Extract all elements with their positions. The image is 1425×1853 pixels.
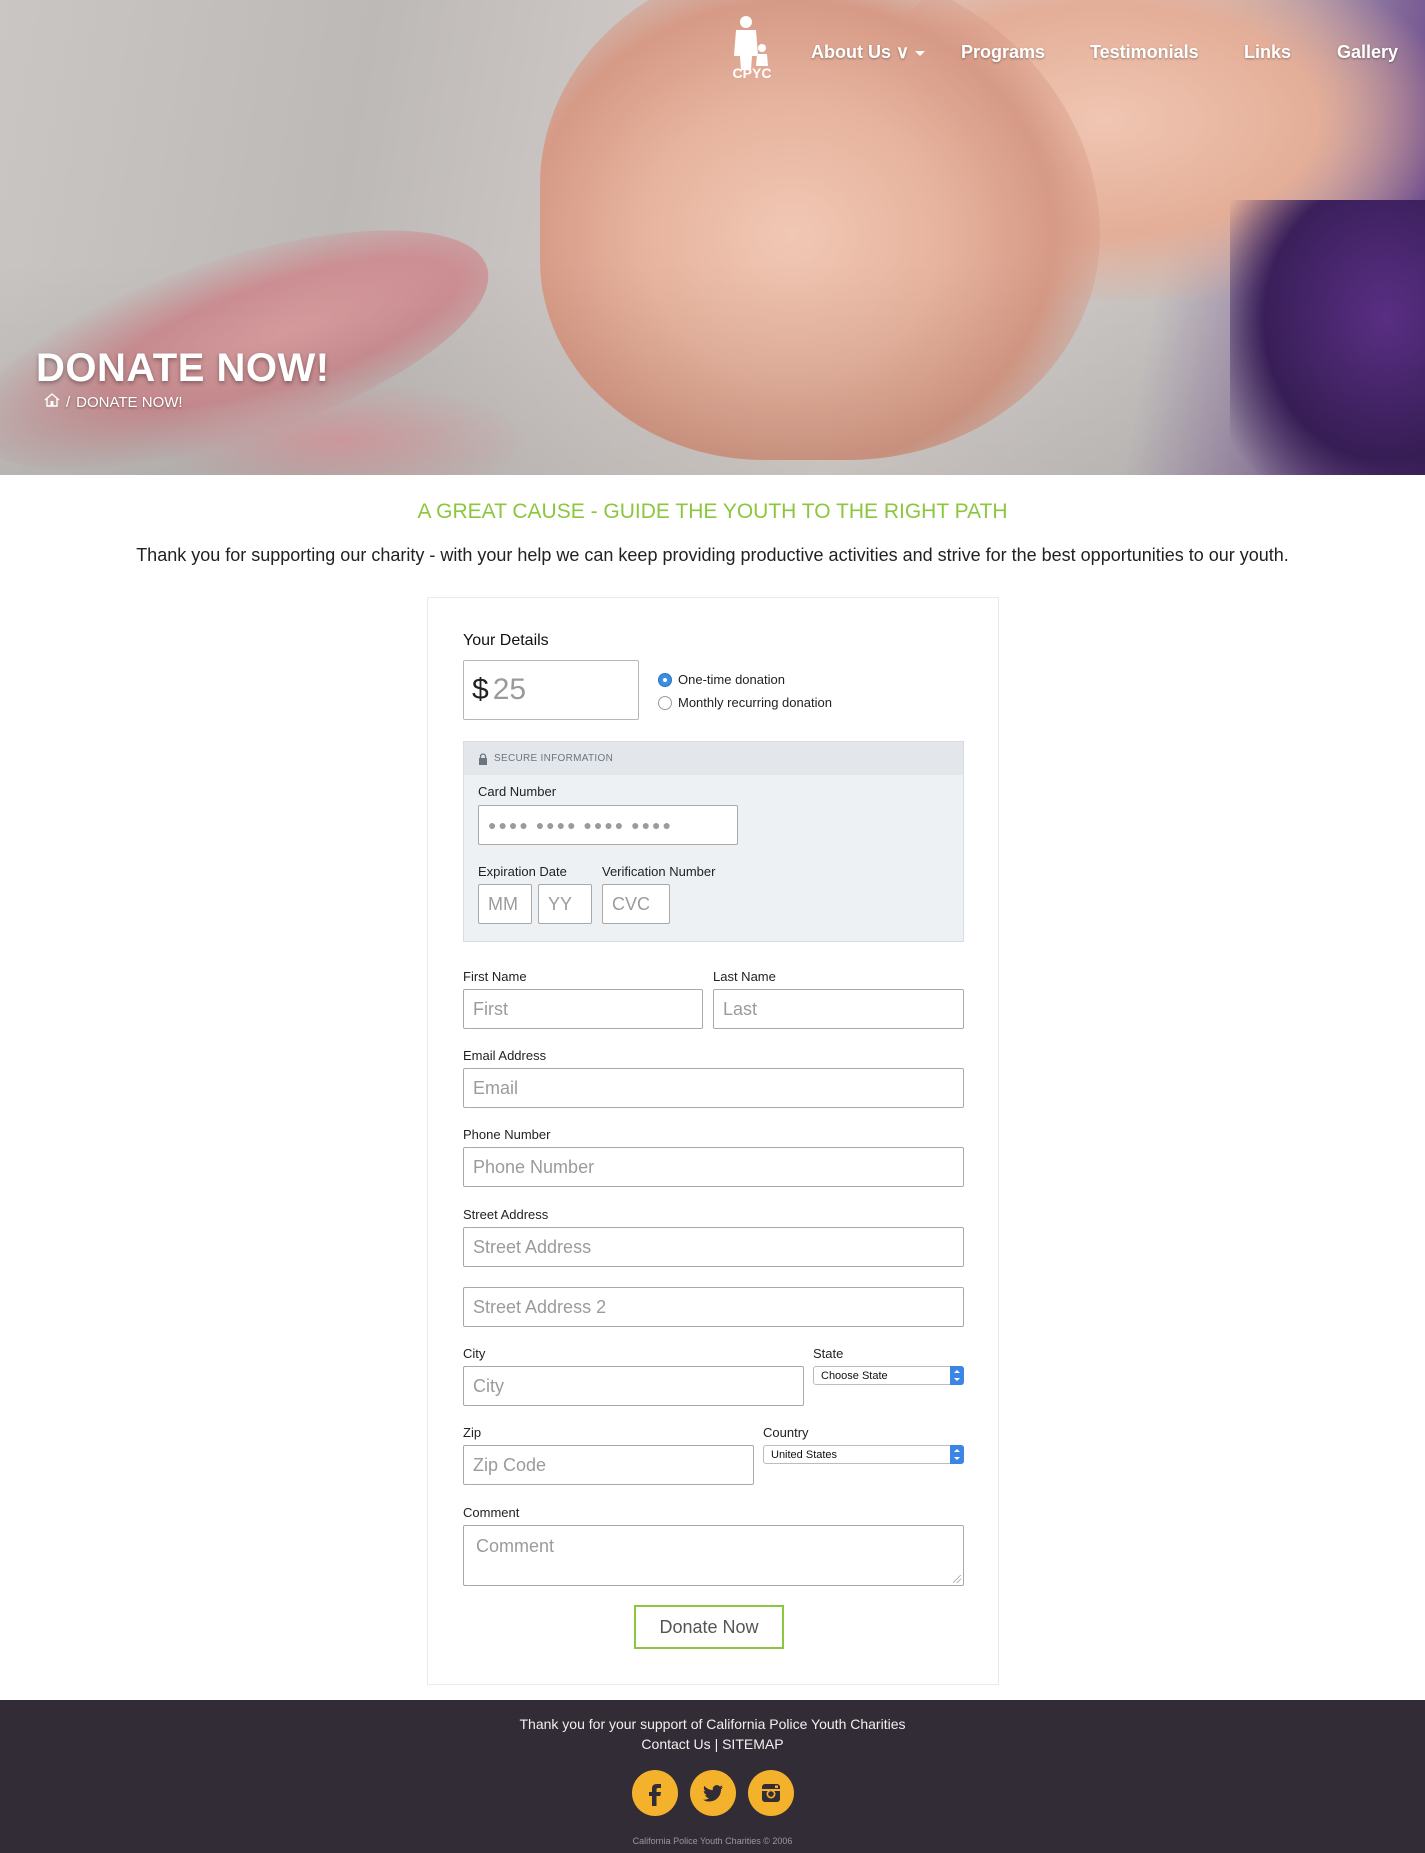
expiration-month-input[interactable]: MM: [478, 884, 532, 924]
radio-selected-icon[interactable]: [658, 672, 672, 687]
lock-icon: [479, 752, 487, 765]
nav-gallery[interactable]: Gallery: [1337, 42, 1398, 63]
logo-figures-icon: CPYC: [733, 16, 772, 81]
nav-about-us[interactable]: About Us ∨: [811, 42, 926, 63]
phone-input[interactable]: Phone Number: [463, 1147, 964, 1187]
nav-programs[interactable]: Programs: [961, 42, 1045, 63]
state-select[interactable]: Choose State: [813, 1366, 964, 1385]
facebook-icon[interactable]: [631, 1770, 678, 1816]
select-arrows-icon: [950, 1445, 964, 1464]
twitter-icon[interactable]: [689, 1770, 736, 1816]
resize-handle-icon[interactable]: [953, 1575, 961, 1583]
first-name-label: First Name: [463, 969, 527, 984]
expiration-label: Expiration Date: [478, 864, 567, 879]
footer: Thank you for your support of California…: [0, 1700, 1425, 1853]
select-arrows-icon: [950, 1366, 964, 1385]
secure-information-panel: SECURE INFORMATION Card Number ●●●● ●●●●…: [463, 741, 964, 942]
breadcrumb-current: DONATE NOW!: [76, 393, 183, 411]
amount-input[interactable]: $ 25: [463, 660, 639, 720]
state-label: State: [813, 1346, 844, 1361]
country-select[interactable]: United States: [763, 1445, 964, 1464]
verification-label: Verification Number: [602, 864, 716, 879]
zip-label: Zip: [463, 1425, 482, 1440]
footer-separator: |: [714, 1736, 719, 1752]
chevron-down-icon: [915, 50, 926, 56]
radio-unselected-icon[interactable]: [658, 695, 672, 710]
last-name-label: Last Name: [713, 969, 776, 984]
amount-value: 25: [492, 673, 527, 706]
street2-input[interactable]: Street Address 2: [463, 1287, 964, 1327]
comment-label: Comment: [463, 1505, 520, 1520]
currency-symbol: $: [472, 673, 489, 706]
contact-us-link[interactable]: Contact Us: [641, 1736, 710, 1752]
nav-testimonials[interactable]: Testimonials: [1090, 42, 1199, 63]
main-nav: CPYC About Us ∨ Programs Testimonials Li…: [720, 14, 1425, 84]
cvc-input[interactable]: CVC: [602, 884, 670, 924]
city-label: City: [463, 1346, 486, 1361]
radio-one-time[interactable]: One-time donation: [658, 672, 785, 687]
sitemap-link[interactable]: SITEMAP: [722, 1736, 783, 1752]
email-label: Email Address: [463, 1048, 547, 1063]
social-links: [0, 1770, 1425, 1816]
phone-label: Phone Number: [463, 1127, 551, 1142]
email-input[interactable]: Email: [463, 1068, 964, 1108]
street-label: Street Address: [463, 1207, 549, 1222]
radio-monthly[interactable]: Monthly recurring donation: [658, 695, 832, 710]
street-input[interactable]: Street Address: [463, 1227, 964, 1267]
donate-now-button[interactable]: Donate Now: [634, 1605, 784, 1649]
breadcrumb-separator: /: [66, 393, 71, 411]
copyright: California Police Youth Charities © 2006: [632, 1836, 793, 1846]
city-input[interactable]: City: [463, 1366, 804, 1406]
zip-input[interactable]: Zip Code: [463, 1445, 754, 1485]
cause-headline: A GREAT CAUSE - GUIDE THE YOUTH TO THE R…: [417, 500, 1008, 523]
donation-form: Your Details $ 25 One-time donation Mont…: [427, 597, 999, 1685]
page-title: DONATE NOW!: [36, 346, 330, 390]
card-number-input[interactable]: ●●●● ●●●● ●●●● ●●●●: [478, 805, 738, 845]
footer-links: Contact Us | SITEMAP: [0, 1736, 1425, 1752]
card-number-label: Card Number: [478, 784, 557, 799]
section-title: Your Details: [463, 632, 549, 649]
expiration-year-input[interactable]: YY: [538, 884, 592, 924]
last-name-input[interactable]: Last: [713, 989, 964, 1029]
first-name-input[interactable]: First: [463, 989, 703, 1029]
home-icon[interactable]: [44, 393, 60, 411]
cpyc-logo[interactable]: CPYC: [724, 14, 780, 81]
nav-links[interactable]: Links: [1244, 42, 1291, 63]
instagram-icon[interactable]: [747, 1770, 794, 1816]
svg-text:CPYC: CPYC: [733, 65, 772, 80]
hero-banner: CPYC About Us ∨ Programs Testimonials Li…: [0, 0, 1425, 475]
footer-thanks: Thank you for your support of California…: [519, 1716, 906, 1732]
comment-textarea[interactable]: Comment: [463, 1525, 964, 1586]
country-label: Country: [763, 1425, 809, 1440]
breadcrumb: / DONATE NOW!: [44, 393, 183, 411]
intro-text: Thank you for supporting our charity - w…: [136, 545, 1289, 565]
secure-header: SECURE INFORMATION: [464, 742, 963, 775]
